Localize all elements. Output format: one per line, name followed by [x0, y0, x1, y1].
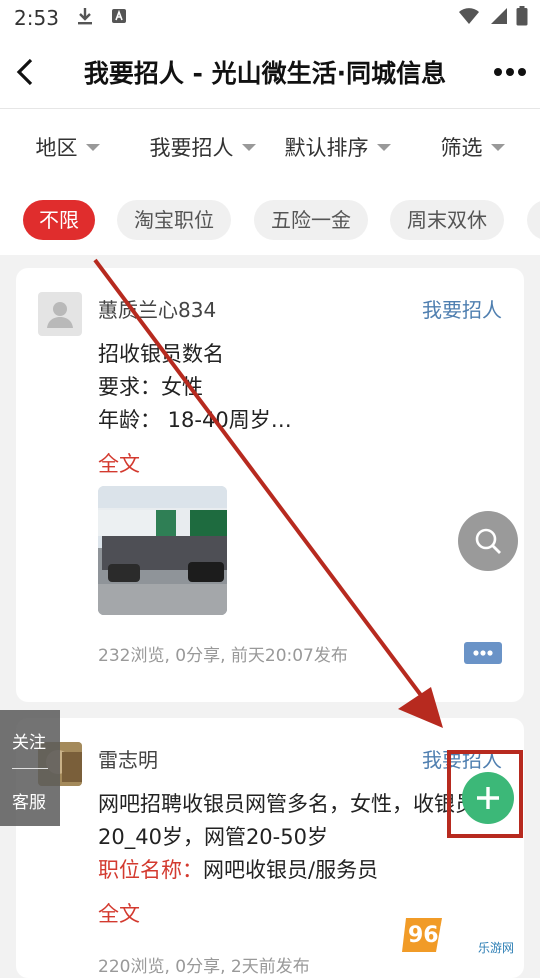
filter-label: 默认排序 — [284, 136, 369, 160]
post-category-link[interactable]: 我要招人 — [422, 294, 502, 323]
watermark-logo: 962.NET 乐游网 — [402, 910, 532, 956]
job-title-value: 网吧收银员/服务员 — [203, 858, 379, 882]
post-card[interactable]: 蕙质兰心834 我要招人 招收银员数名 要求：女性 年龄： 18-40周岁… 全… — [16, 268, 524, 702]
filter-bar: 地区 我要招人 默认排序 筛选 — [0, 109, 540, 185]
watermark-sub: 乐游网 — [478, 941, 514, 955]
status-bar: 2:53 — [0, 0, 540, 36]
caret-down-icon — [376, 143, 391, 151]
post-username[interactable]: 蕙质兰心834 — [98, 294, 216, 323]
filter-screen[interactable]: 筛选 — [405, 132, 540, 162]
download-icon — [77, 7, 93, 30]
job-title-row: 职位名称：网吧收银员/服务员 — [98, 854, 378, 884]
post-text-line: 网吧招聘收银员网管多名，女性，收银员 — [98, 792, 476, 816]
caret-down-icon — [490, 143, 505, 151]
filter-label: 筛选 — [440, 136, 483, 160]
wifi-icon — [458, 7, 480, 29]
service-button[interactable]: 客服 — [12, 788, 46, 813]
tag-more[interactable] — [527, 200, 540, 240]
post-text-line: 要求：女性 — [98, 375, 203, 399]
post-username[interactable]: 雷志明 — [98, 744, 158, 773]
post-text-line: 招收银员数名 — [98, 342, 224, 366]
full-text-link[interactable]: 全文 — [98, 898, 140, 928]
comment-dots-icon — [458, 648, 493, 658]
signal-icon — [488, 7, 508, 29]
filter-sort[interactable]: 默认排序 — [270, 132, 405, 162]
filter-category[interactable]: 我要招人 — [135, 132, 270, 162]
comment-button[interactable] — [458, 642, 502, 664]
post-stats: 220浏览, 0分享, 2天前发布 — [98, 957, 310, 977]
tag-insurance[interactable]: 五险一金 — [254, 200, 368, 240]
more-dots-icon — [494, 68, 526, 76]
post-stats: 232浏览, 0分享, 前天20:07发布 — [98, 646, 348, 666]
chevron-left-icon — [16, 58, 33, 86]
avatar[interactable] — [38, 292, 82, 336]
battery-icon — [516, 6, 528, 30]
default-user-icon — [47, 302, 73, 328]
filter-label: 地区 — [35, 136, 78, 160]
tag-weekend[interactable]: 周末双休 — [390, 200, 504, 240]
follow-button[interactable]: 关注 — [12, 728, 46, 753]
back-button[interactable] — [0, 36, 50, 108]
nav-bar: 我要招人 - 光山微生活·同城信息 — [0, 36, 540, 109]
search-icon — [475, 528, 501, 554]
tag-bar: 不限 淘宝职位 五险一金 周末双休 — [0, 185, 540, 255]
side-tab: 关注 客服 — [0, 710, 60, 826]
job-title-label: 职位名称： — [98, 858, 203, 882]
app-notification-icon — [111, 8, 127, 29]
search-button[interactable] — [458, 511, 518, 571]
filter-label: 我要招人 — [149, 136, 234, 160]
tag-taobao[interactable]: 淘宝职位 — [117, 200, 231, 240]
side-tab-divider — [12, 768, 48, 769]
filter-region[interactable]: 地区 — [0, 132, 135, 162]
full-text-link[interactable]: 全文 — [98, 448, 140, 478]
more-button[interactable] — [480, 36, 540, 108]
tag-all[interactable]: 不限 — [23, 200, 95, 240]
post-photo[interactable] — [98, 486, 227, 615]
post-text-line: 20_40岁，网管20-50岁 — [98, 825, 328, 849]
highlight-box — [447, 750, 523, 838]
post-text-line: 年龄： 18-40周岁… — [98, 408, 292, 432]
caret-down-icon — [241, 143, 256, 151]
status-time: 2:53 — [14, 6, 59, 30]
caret-down-icon — [85, 143, 100, 151]
page-title: 我要招人 - 光山微生活·同城信息 — [83, 59, 447, 88]
